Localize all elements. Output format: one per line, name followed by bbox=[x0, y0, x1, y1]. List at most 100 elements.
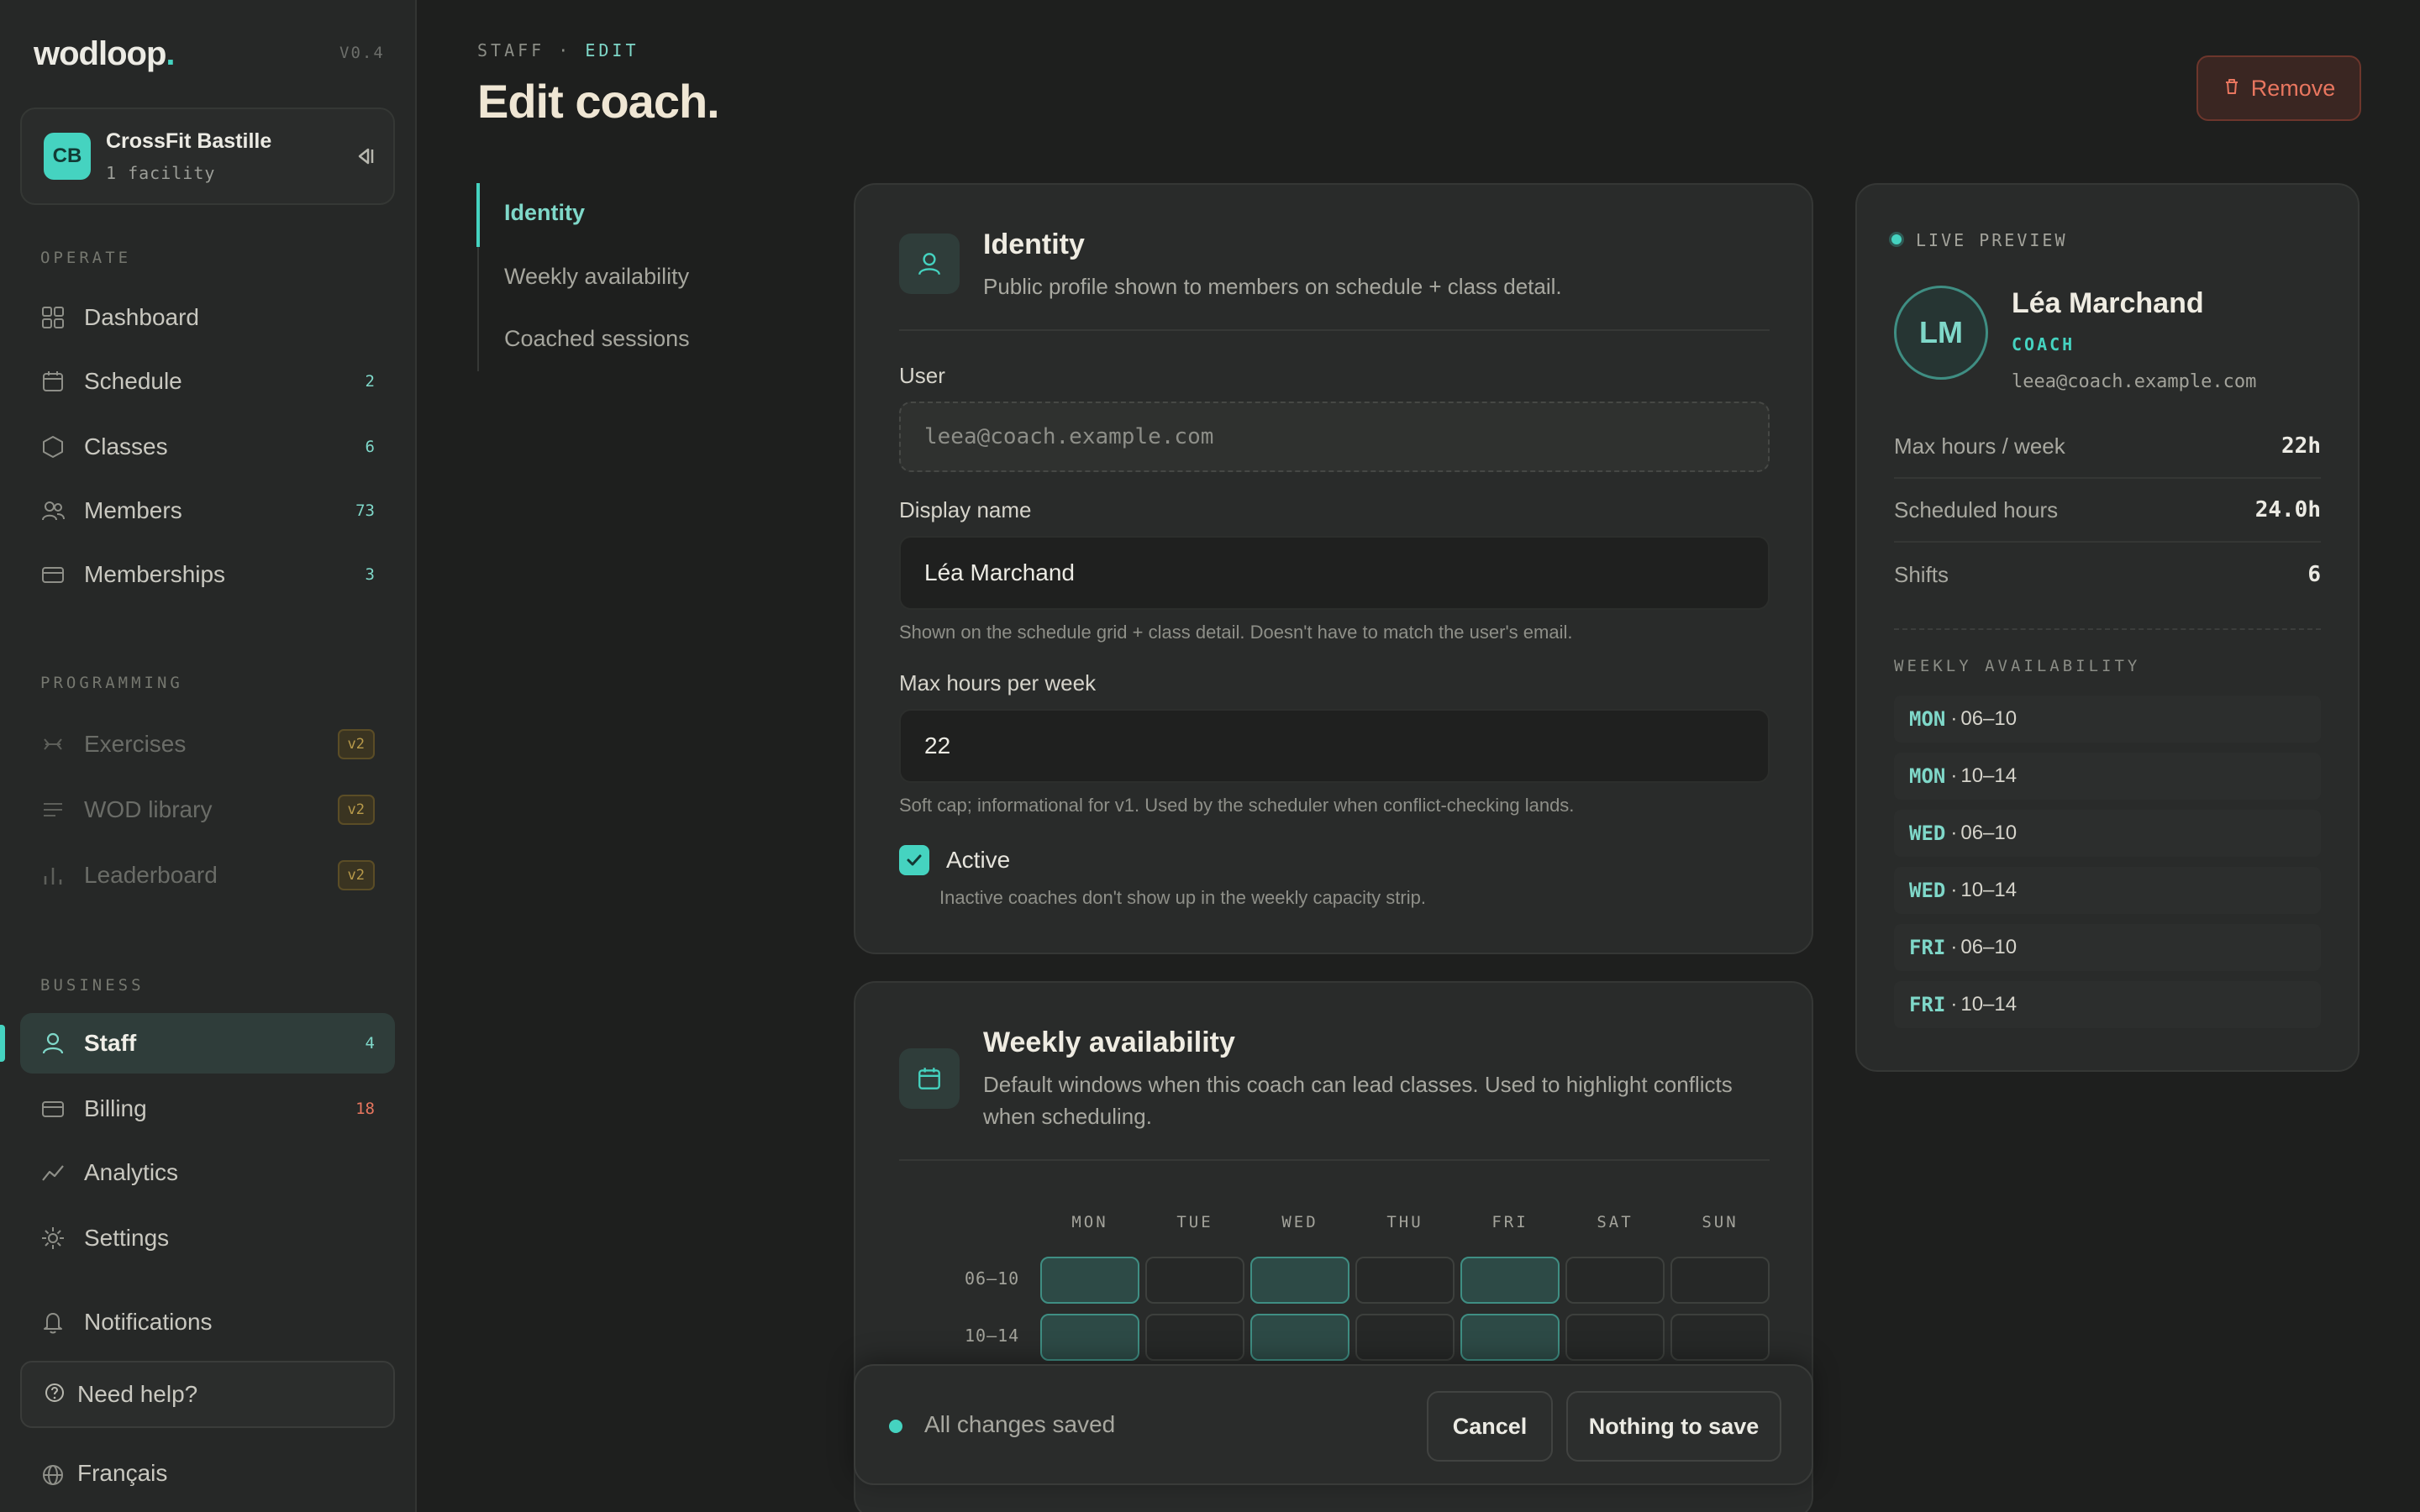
sidebar-item-label: Members bbox=[84, 497, 182, 523]
availability-slot[interactable] bbox=[1460, 1257, 1560, 1304]
user-field: leea@coach.example.com bbox=[899, 402, 1770, 472]
sidebar-item-label: Schedule bbox=[84, 368, 182, 394]
globe-icon bbox=[40, 1462, 63, 1485]
stat-value: 22h bbox=[2281, 433, 2321, 459]
breadcrumb: STAFF · EDIT bbox=[477, 40, 639, 60]
availability-item: MON · 06–10 bbox=[1894, 696, 2321, 743]
preview-role-badge: COACH bbox=[2012, 334, 2075, 354]
availability-slot[interactable] bbox=[1670, 1257, 1770, 1304]
divider bbox=[1894, 628, 2321, 630]
availability-item: FRI · 06–10 bbox=[1894, 924, 2321, 971]
sidebar-item-notifications[interactable]: Notifications bbox=[20, 1292, 395, 1352]
availability-slot[interactable] bbox=[1565, 1314, 1665, 1361]
org-facility-count: 1 facility bbox=[106, 163, 216, 183]
sidebar-item-settings[interactable]: Settings bbox=[20, 1208, 395, 1268]
section-nav-identity[interactable]: Identity bbox=[504, 200, 585, 226]
time-row-label: 06–10 bbox=[965, 1268, 1020, 1289]
display-name-input[interactable]: Léa Marchand bbox=[899, 536, 1770, 610]
availability-title: Weekly availability bbox=[983, 1026, 1235, 1058]
availability-slot[interactable] bbox=[1250, 1257, 1349, 1304]
availability-slot[interactable] bbox=[1040, 1257, 1139, 1304]
availability-description-line-1: Default windows when this coach can lead… bbox=[983, 1072, 1733, 1097]
sidebar-item-staff[interactable]: Staff 4 bbox=[20, 1013, 395, 1074]
question-icon bbox=[44, 1382, 66, 1408]
breadcrumb-current: EDIT bbox=[585, 40, 639, 60]
stat-key: Scheduled hours bbox=[1894, 496, 2059, 522]
sidebar-item-label: Billing bbox=[84, 1095, 147, 1121]
sidebar-item-billing[interactable]: Billing 18 bbox=[20, 1079, 395, 1139]
max-hours-hint: Soft cap; informational for v1. Used by … bbox=[899, 795, 1575, 816]
live-indicator-dot bbox=[1889, 232, 1904, 247]
user-icon bbox=[40, 1031, 66, 1056]
user-icon bbox=[899, 234, 960, 294]
availability-slot[interactable] bbox=[1565, 1257, 1665, 1304]
availability-slot[interactable] bbox=[1250, 1314, 1349, 1361]
bar-chart-icon bbox=[40, 863, 66, 888]
sidebar-item-leaderboard[interactable]: Leaderboard v2 bbox=[20, 845, 395, 906]
availability-slot[interactable] bbox=[1040, 1314, 1139, 1361]
sidebar-item-exercises[interactable]: Exercises v2 bbox=[20, 714, 395, 774]
time-row-label: 10–14 bbox=[965, 1326, 1020, 1346]
sidebar-item-wod-library[interactable]: WOD library v2 bbox=[20, 780, 395, 840]
preview-name: Léa Marchand bbox=[2012, 287, 2204, 319]
identity-title: Identity bbox=[983, 228, 1085, 260]
sidebar-item-schedule[interactable]: Schedule 2 bbox=[20, 351, 395, 412]
list-icon bbox=[40, 797, 66, 822]
availability-item: WED · 06–10 bbox=[1894, 810, 2321, 857]
nav-count: 6 bbox=[365, 438, 375, 456]
sidebar-item-label: Notifications bbox=[84, 1309, 213, 1335]
sidebar-item-label: Leaderboard bbox=[84, 862, 218, 888]
version-badge: v2 bbox=[337, 729, 375, 759]
collapse-sidebar-icon[interactable] bbox=[348, 139, 381, 173]
sidebar-item-dashboard[interactable]: Dashboard bbox=[20, 287, 395, 348]
remove-label: Remove bbox=[2250, 75, 2336, 101]
language-switcher[interactable]: Français bbox=[20, 1443, 395, 1504]
availability-slot[interactable] bbox=[1145, 1257, 1244, 1304]
section-nav-coached-sessions[interactable]: Coached sessions bbox=[504, 326, 690, 352]
breadcrumb-parent[interactable]: STAFF bbox=[477, 40, 544, 60]
help-button[interactable]: Need help? bbox=[20, 1361, 395, 1428]
preview-email: leea@coach.example.com bbox=[2012, 371, 2257, 392]
max-hours-label: Max hours per week bbox=[899, 670, 1097, 696]
sidebar-item-label: WOD library bbox=[84, 796, 213, 822]
save-status: All changes saved bbox=[924, 1411, 1116, 1437]
section-label-business: BUSINESS bbox=[40, 976, 145, 995]
availability-item: WED · 10–14 bbox=[1894, 867, 2321, 914]
org-switcher[interactable]: CB CrossFit Bastille 1 facility bbox=[20, 108, 395, 205]
check-icon bbox=[907, 854, 922, 866]
availability-slot[interactable] bbox=[1145, 1314, 1244, 1361]
stat-value: 6 bbox=[2307, 562, 2321, 587]
sidebar-item-members[interactable]: Members 73 bbox=[20, 480, 395, 541]
stat-value: 24.0h bbox=[2254, 497, 2321, 522]
availability-slot[interactable] bbox=[1355, 1314, 1455, 1361]
availability-description-line-2: when scheduling. bbox=[983, 1104, 1152, 1129]
nav-count: 4 bbox=[365, 1034, 375, 1053]
identity-description: Public profile shown to members on sched… bbox=[983, 274, 1562, 299]
calendar-icon bbox=[40, 369, 66, 394]
cancel-button[interactable]: Cancel bbox=[1427, 1391, 1553, 1462]
availability-slot[interactable] bbox=[1355, 1257, 1455, 1304]
active-checkbox[interactable] bbox=[899, 845, 929, 875]
sidebar-item-memberships[interactable]: Memberships 3 bbox=[20, 544, 395, 605]
remove-button[interactable]: Remove bbox=[2196, 55, 2361, 121]
section-nav-weekly-availability[interactable]: Weekly availability bbox=[504, 264, 689, 290]
sidebar-item-label: Dashboard bbox=[84, 304, 199, 330]
availability-slot[interactable] bbox=[1670, 1314, 1770, 1361]
day-header-fri: FRI bbox=[1491, 1213, 1528, 1231]
sidebar-item-label: Staff bbox=[84, 1030, 137, 1056]
availability-slot[interactable] bbox=[1460, 1314, 1560, 1361]
section-nav-active-indicator bbox=[476, 183, 480, 247]
help-label: Need help? bbox=[77, 1381, 198, 1407]
brand-logo[interactable]: wodloop. bbox=[34, 35, 176, 73]
active-label[interactable]: Active bbox=[946, 847, 1010, 874]
stat-scheduled-hours: Scheduled hours 24.0h bbox=[1894, 479, 2321, 543]
max-hours-input[interactable]: 22 bbox=[899, 709, 1770, 783]
language-label: Français bbox=[77, 1460, 168, 1486]
nav-count: 3 bbox=[365, 565, 375, 584]
save-button[interactable]: Nothing to save bbox=[1566, 1391, 1781, 1462]
avatar: LM bbox=[1894, 286, 1988, 380]
user-label: User bbox=[899, 363, 945, 388]
sidebar-item-analytics[interactable]: Analytics bbox=[20, 1142, 395, 1203]
bell-icon bbox=[40, 1310, 66, 1335]
sidebar-item-classes[interactable]: Classes 6 bbox=[20, 417, 395, 477]
